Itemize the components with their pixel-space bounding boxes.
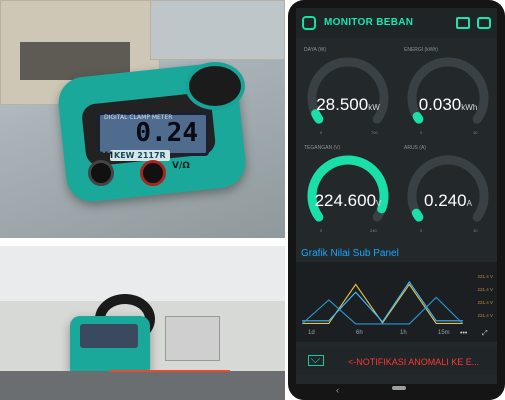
gauge-energi-fill <box>412 112 424 124</box>
fullscreen-chart-icon[interactable]: ⤢ <box>482 330 488 338</box>
gauge-tegangan-unit: V <box>376 199 382 208</box>
gauge-arus-number: 0.240 <box>424 191 467 210</box>
gauge-energi-unit: kWh <box>461 103 478 112</box>
test-lead <box>110 370 230 372</box>
chart-right-label-3: 221.4 V <box>477 300 493 305</box>
gauge-energi-label: ENERGI (kWh) <box>404 47 438 53</box>
com-jack <box>88 160 114 186</box>
mail-icon[interactable] <box>308 355 324 366</box>
gauge-arus-label: ARUS (A) <box>404 145 426 151</box>
com-jack-label: COM <box>90 151 114 161</box>
gauge-daya-value: 28.500kW <box>300 95 396 115</box>
gauge-daya-label: DAYA (W) <box>304 47 327 53</box>
lcd-reading: 0.24 <box>135 118 198 148</box>
phone-frame: MONITOR BEBAN DAYA (W) 28.500kW 0 700 EN… <box>288 0 505 400</box>
chart-tick-1d[interactable]: 1d <box>308 330 315 336</box>
app-topbar: MONITOR BEBAN <box>296 8 497 38</box>
gauge-energi-number: 0.030 <box>418 95 462 114</box>
gauge-tegangan-value: 224.600V <box>300 191 396 211</box>
gauge-tegangan-max: 240 <box>370 228 377 233</box>
v-ohm-jack <box>140 160 166 186</box>
gauge-daya-number: 28.500 <box>316 95 369 114</box>
clamp-meter-photo-top: 0.24 DIGITAL CLAMP METER KEW 2117R COM V… <box>0 0 285 238</box>
gauge-arus: ARUS (A) 0.240A 0 10 <box>400 145 496 242</box>
gauge-energi-max: 10 <box>473 130 478 135</box>
chart-series-line-3 <box>301 296 464 325</box>
meter-brand: KEW 2117R <box>110 150 170 161</box>
gauge-arus-min: 0 <box>420 228 423 233</box>
gauge-energi-min: 0 <box>420 130 423 135</box>
back-icon[interactable] <box>302 16 316 30</box>
floor <box>0 371 285 400</box>
app-screen: MONITOR BEBAN DAYA (W) 28.500kW 0 700 EN… <box>296 8 497 384</box>
gauge-tegangan-number: 224.600 <box>314 191 377 210</box>
meter-small-face <box>80 324 138 348</box>
app-title: MONITOR BEBAN <box>324 17 414 28</box>
v-ohm-jack-label: V/Ω <box>172 161 190 171</box>
rotary-dial <box>185 62 245 110</box>
chart-right-label-4: 221.4 V <box>477 313 493 318</box>
chart-more-icon[interactable]: ••• <box>460 330 467 337</box>
gauge-energi: ENERGI (kWh) 0.030kWh 0 10 <box>400 47 496 144</box>
chart-right-label-1: 221.4 V <box>477 274 493 279</box>
battery-icon[interactable] <box>456 17 470 29</box>
wall <box>0 246 285 301</box>
chart-tick-6h[interactable]: 6h <box>356 330 363 336</box>
nav-home-icon[interactable] <box>392 386 406 390</box>
gauge-daya: DAYA (W) 28.500kW 0 700 <box>300 47 396 144</box>
gauge-arus-unit: A <box>466 199 472 208</box>
breaker-box <box>165 316 220 361</box>
lcd-caption: DIGITAL CLAMP METER <box>104 114 173 121</box>
notification-text[interactable]: <-NOTIFIKASI ANOMALI KE E... <box>348 357 479 367</box>
background-wall <box>150 0 285 60</box>
clamp-meter-photo-bottom <box>0 246 285 400</box>
gauge-daya-min: 0 <box>320 130 323 135</box>
clamp-meter-small <box>70 316 150 378</box>
chart-right-label-2: 221.4 V <box>477 287 493 292</box>
gauge-tegangan-min: 0 <box>320 228 323 233</box>
nav-back-icon[interactable]: ‹ <box>336 385 339 395</box>
fullscreen-icon[interactable] <box>477 17 491 29</box>
gauge-arus-value: 0.240A <box>400 191 496 211</box>
chart-tick-15m[interactable]: 15m <box>438 330 450 336</box>
gauge-arus-max: 10 <box>473 228 478 233</box>
gauge-arus-fill <box>411 208 424 222</box>
gauge-tegangan-label: TEGANGAN (V) <box>304 145 341 151</box>
gauge-daya-max: 700 <box>371 130 378 135</box>
chart-title: Grafik Nilai Sub Panel <box>301 248 399 259</box>
chart-series-line-1 <box>302 283 463 324</box>
gauge-energi-value: 0.030kWh <box>400 95 496 115</box>
gauge-daya-unit: kW <box>368 103 380 112</box>
chart-tick-1h[interactable]: 1h <box>400 330 407 336</box>
gauge-tegangan: TEGANGAN (V) 224.600V 0 240 <box>300 145 396 242</box>
